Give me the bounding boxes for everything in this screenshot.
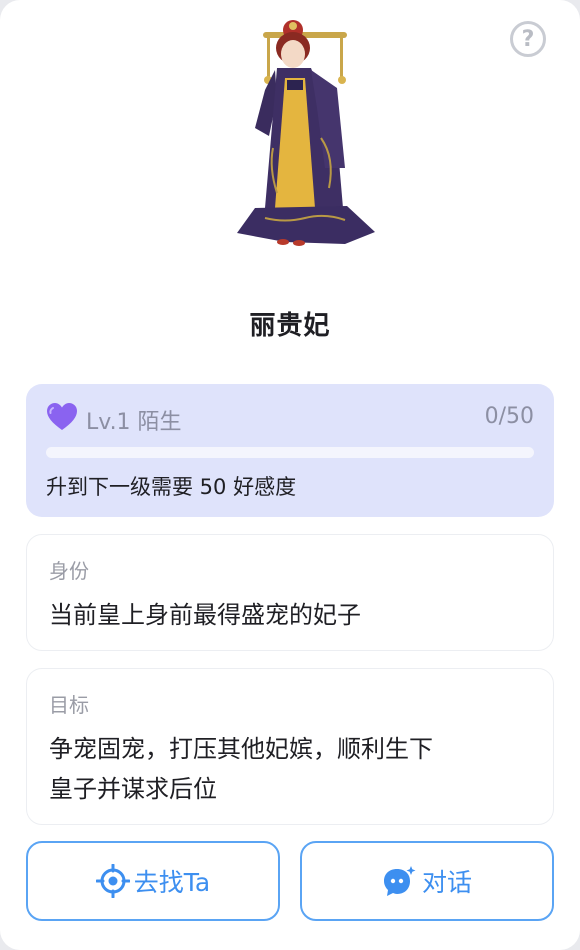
identity-text: 当前皇上身前最得盛宠的妃子 <box>49 601 361 629</box>
affinity-progress-bar <box>46 447 534 458</box>
character-portrait <box>237 20 375 246</box>
locate-icon <box>95 864 130 898</box>
chat-button[interactable]: 对话 <box>300 841 554 921</box>
goal-text-line-1: 争宠固宠，打压其他妃嫔，顺利生下 <box>49 735 433 763</box>
find-button-label: 去找Ta <box>133 868 211 897</box>
goal-title: 目标 <box>49 693 89 717</box>
question-icon: ? <box>521 26 535 52</box>
heart-icon <box>47 403 77 430</box>
chat-bubble-icon <box>383 866 416 896</box>
affinity-panel: Lv.1 陌生 0/50 升到下一级需要 50 好感度 <box>26 384 554 517</box>
goal-section: 目标 争宠固宠，打压其他妃嫔，顺利生下 皇子并谋求后位 <box>26 668 554 825</box>
character-name: 丽贵妃 <box>249 311 331 341</box>
identity-title: 身份 <box>49 559 89 583</box>
character-card: ? 丽贵妃 Lv.1 陌生 0/50 升到下一级需要 50 好感度 身份 当前皇… <box>0 0 580 950</box>
goal-text: 争宠固宠，打压其他妃嫔，顺利生下 皇子并谋求后位 <box>49 729 529 809</box>
affinity-count: 0/50 <box>484 404 534 429</box>
goal-text-line-2: 皇子并谋求后位 <box>49 775 217 803</box>
affinity-level: Lv.1 陌生 <box>86 410 182 435</box>
chat-button-label: 对话 <box>421 868 472 897</box>
help-button[interactable]: ? <box>510 21 546 57</box>
affinity-hint: 升到下一级需要 50 好感度 <box>46 475 297 499</box>
find-button[interactable]: 去找Ta <box>26 841 280 921</box>
identity-section: 身份 当前皇上身前最得盛宠的妃子 <box>26 534 554 651</box>
